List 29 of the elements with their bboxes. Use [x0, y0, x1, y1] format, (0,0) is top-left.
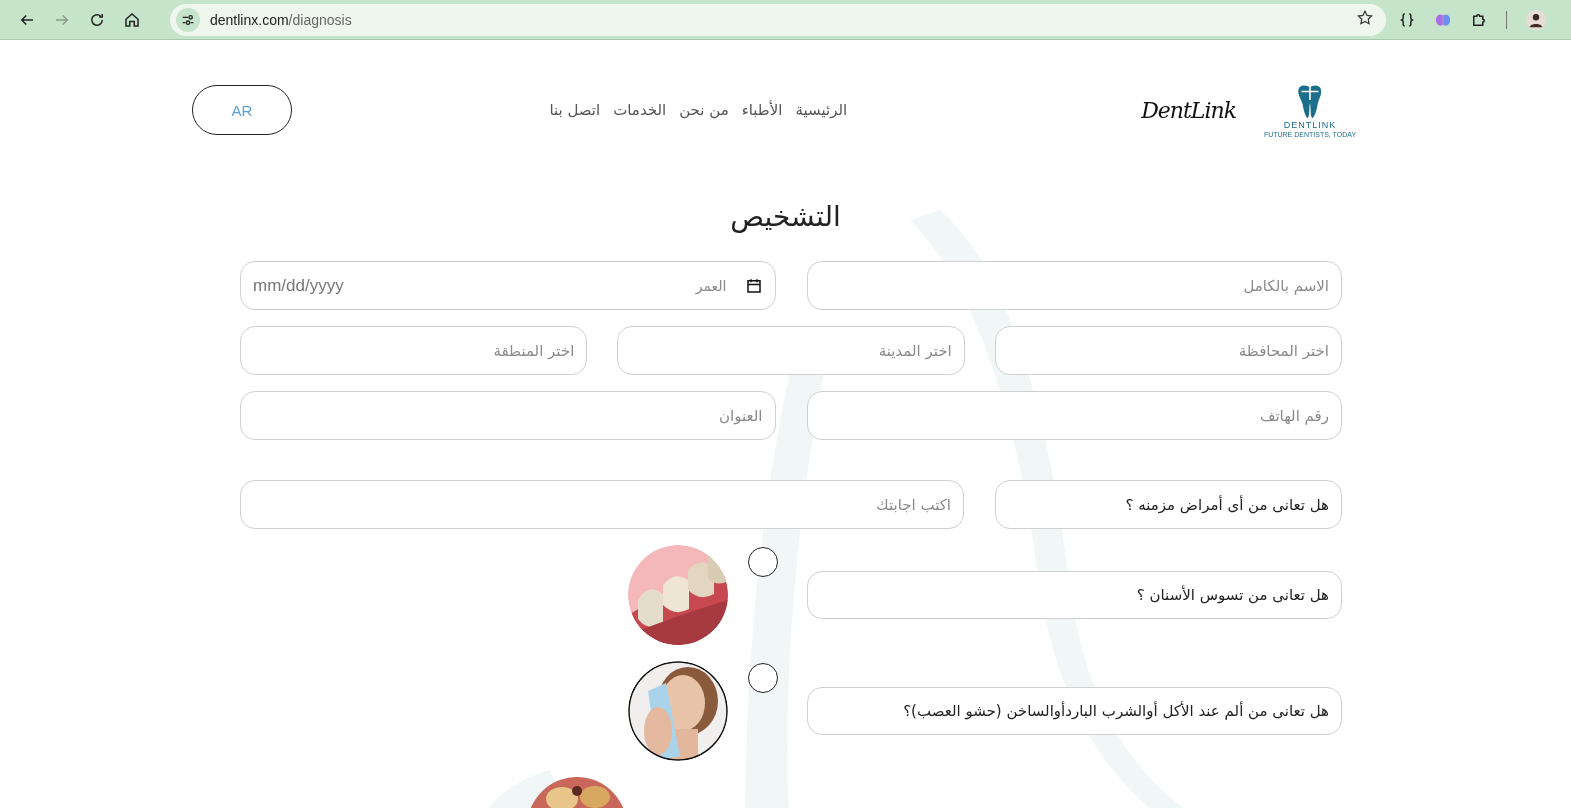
- date-placeholder: mm/dd/yyyy: [253, 275, 344, 296]
- nav-link[interactable]: من نحن: [679, 101, 729, 119]
- home-icon: [123, 10, 141, 29]
- input-field[interactable]: رقم الهاتف: [806, 391, 1342, 440]
- nav-link[interactable]: الرئيسية: [795, 101, 848, 119]
- url-text: dentlinx.com/diagnosis: [210, 11, 352, 28]
- nav-link[interactable]: الأطباء: [741, 101, 783, 119]
- question-label: هل تعانى من أى أمراض مزمنه ؟: [995, 480, 1342, 529]
- nav-link[interactable]: الخدمات: [613, 101, 667, 119]
- answer-field[interactable]: اكتب اجابتك: [240, 480, 964, 529]
- question-label: هل تعانى من تسوس الأسنان ؟: [807, 571, 1342, 619]
- nav-link[interactable]: اتصل بنا: [549, 101, 601, 119]
- address-bar[interactable]: dentlinx.com/diagnosis: [170, 3, 1386, 36]
- input-field[interactable]: اختر المحافظة: [994, 326, 1342, 375]
- input-field[interactable]: العنوان: [240, 391, 776, 440]
- radio-button[interactable]: [748, 547, 778, 577]
- star-icon: [1356, 8, 1374, 27]
- site-settings-icon[interactable]: [176, 7, 200, 32]
- logo-wordmark: DentLink: [1141, 97, 1236, 123]
- input-field[interactable]: اختر المدينة: [617, 326, 965, 375]
- profile-avatar-icon: [1525, 8, 1547, 31]
- page-title: التشخيص: [730, 200, 841, 233]
- input-field[interactable]: اختر المنطقة: [240, 326, 588, 375]
- field-label: العمر: [695, 277, 727, 294]
- braces-icon: [1398, 10, 1416, 29]
- logo-brand-name: DENTLINK: [1283, 119, 1337, 130]
- input-field[interactable]: الاسم بالكامل: [806, 261, 1342, 310]
- calendar-icon: [744, 276, 763, 295]
- question-label: هل تعانى من ألم عند الأكل أوالشرب الباردأوالساخن (حشو العصب)؟: [807, 687, 1342, 735]
